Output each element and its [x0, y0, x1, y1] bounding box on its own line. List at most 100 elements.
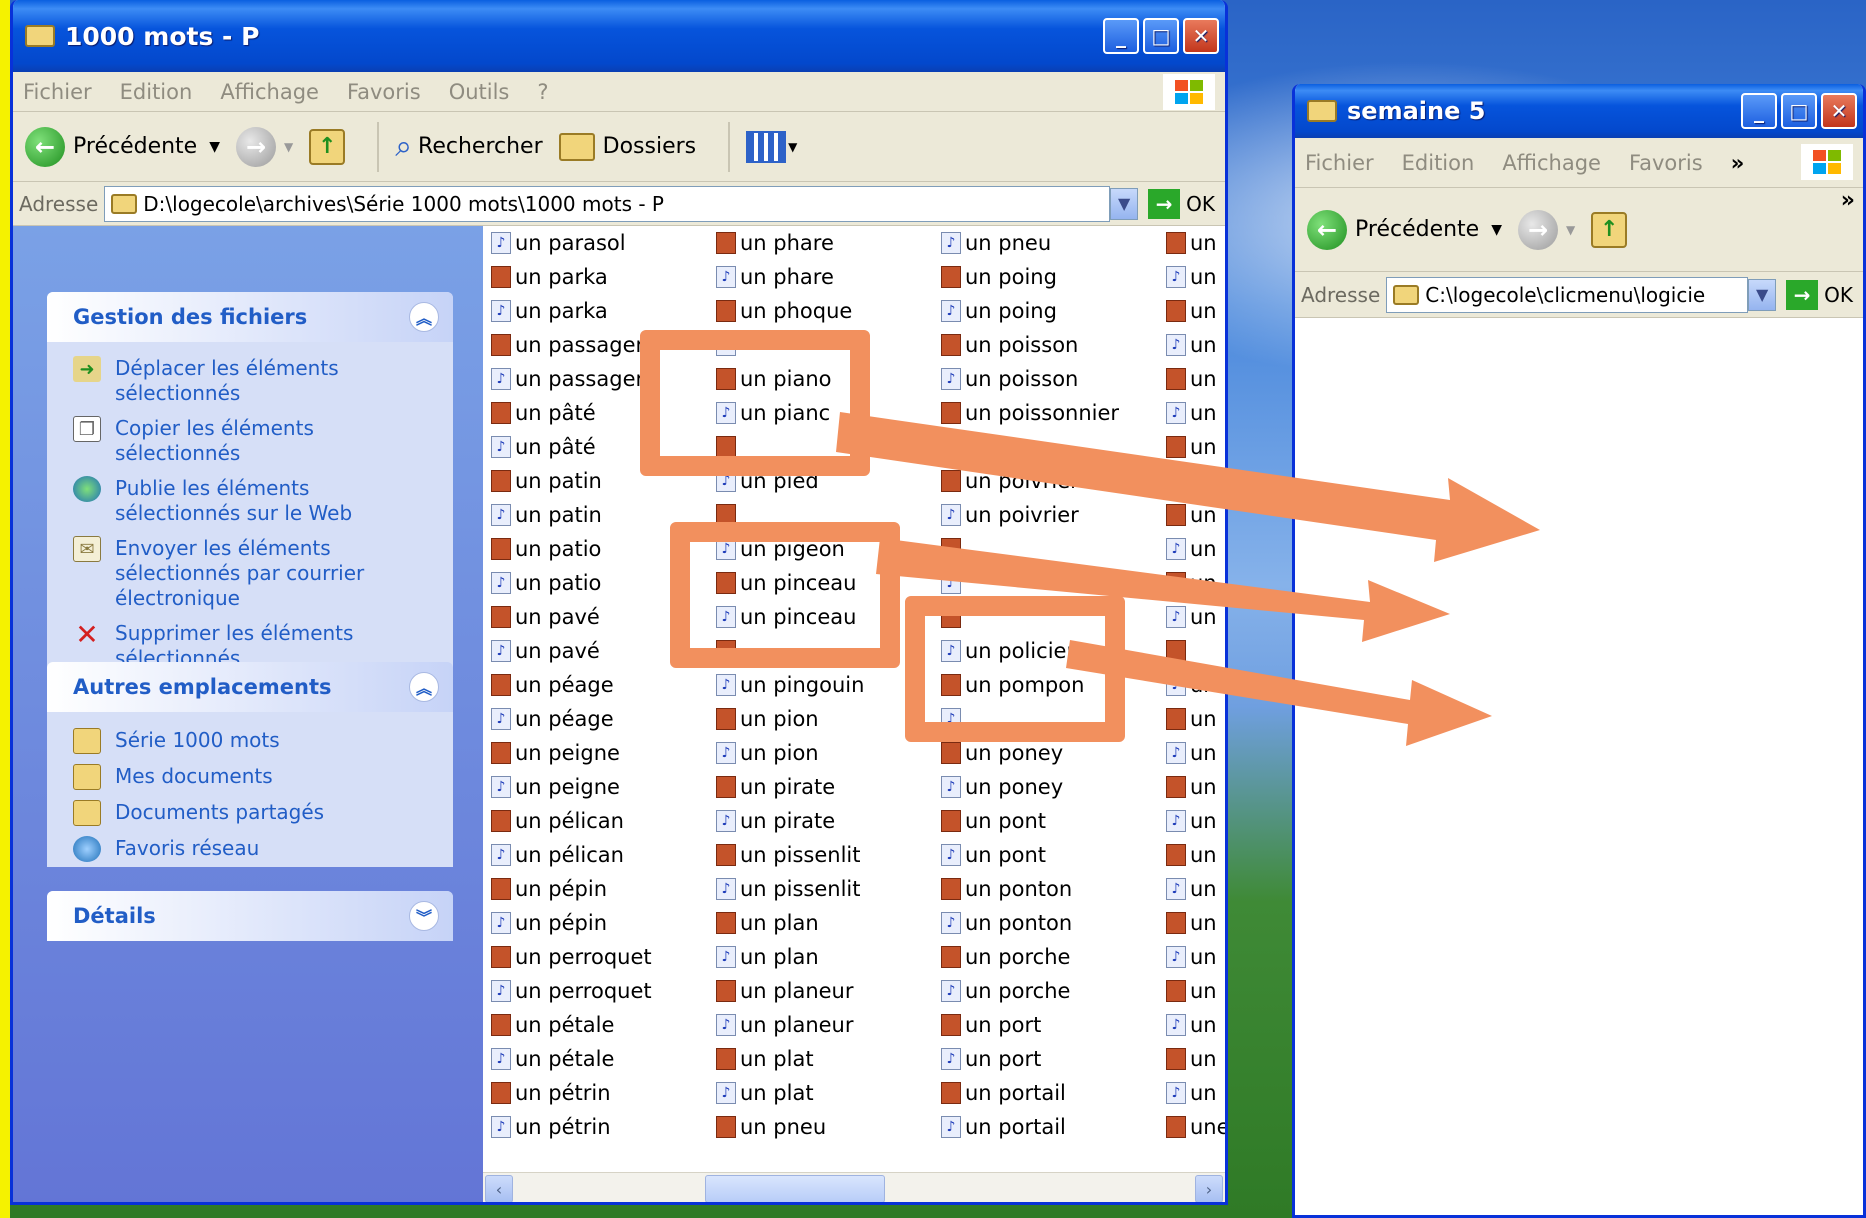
file-item[interactable]: ♪ un parka [483, 294, 652, 328]
menu-favoris[interactable]: Favoris [1629, 151, 1703, 175]
file-item[interactable]: un pion [708, 702, 864, 736]
file-item[interactable]: un pirate [708, 770, 864, 804]
file-item[interactable]: ♪ un [1158, 396, 1225, 430]
file-item[interactable]: ♪ un pâté [483, 430, 652, 464]
forward-button[interactable]: → ▼ [236, 126, 293, 167]
place-my-documents[interactable]: Mes documents [47, 760, 453, 796]
menu-fichier[interactable]: Fichier [1305, 151, 1374, 175]
file-item[interactable]: ♪ un port [933, 1042, 1119, 1076]
task-move[interactable]: ➜ Déplacer les éléments sélectionnés [47, 352, 453, 412]
file-item[interactable]: ♪ un [1158, 260, 1225, 294]
file-item[interactable]: ♪ un [1158, 1076, 1225, 1110]
menu-affichage[interactable]: Affichage [220, 80, 319, 104]
file-item[interactable]: ♪ un pneu [933, 226, 1119, 260]
file-item[interactable]: ♪ un patio [483, 566, 652, 600]
minimize-button[interactable]: _ [1103, 18, 1139, 54]
file-item[interactable]: ♪ un pirate [708, 804, 864, 838]
file-item[interactable]: ♪ un [1158, 736, 1225, 770]
place-shared-documents[interactable]: Documents partagés [47, 796, 453, 832]
file-item[interactable]: ♪ un portail [933, 1110, 1119, 1144]
close-button[interactable]: ✕ [1821, 93, 1857, 129]
toolbar-more-chevron[interactable]: » [1841, 188, 1855, 213]
task-publish-web[interactable]: Publie les éléments sélectionnés sur le … [47, 472, 453, 532]
file-item[interactable]: ♪ un pingouin [708, 668, 864, 702]
file-item[interactable]: un [1158, 362, 1225, 396]
maximize-button[interactable]: □ [1143, 18, 1179, 54]
file-item[interactable]: un porche [933, 940, 1119, 974]
file-item[interactable]: un port [933, 1008, 1119, 1042]
file-item[interactable]: un pétale [483, 1008, 652, 1042]
file-item[interactable]: un parka [483, 260, 652, 294]
expand-chevron-icon[interactable]: ︾ [409, 901, 439, 931]
file-item[interactable]: ♪ un pélican [483, 838, 652, 872]
file-item[interactable]: un pissenlit [708, 838, 864, 872]
file-item[interactable]: ♪ un [1158, 668, 1225, 702]
file-item[interactable]: un pneu [708, 1110, 864, 1144]
file-item[interactable]: ♪ un [1158, 532, 1225, 566]
file-item[interactable]: un [1158, 1042, 1225, 1076]
file-item[interactable]: ♪ un plat [708, 1076, 864, 1110]
file-item[interactable]: ♪ un [1158, 464, 1225, 498]
file-item[interactable] [933, 532, 1119, 566]
file-item[interactable]: un [1158, 838, 1225, 872]
maximize-button[interactable]: □ [1781, 93, 1817, 129]
file-item[interactable]: un phare [708, 226, 864, 260]
file-item[interactable]: ♪ un péage [483, 702, 652, 736]
title-bar[interactable]: 1000 mots - P _ □ ✕ [13, 0, 1225, 72]
file-item[interactable]: ♪ un [1158, 804, 1225, 838]
file-item[interactable]: un [1158, 770, 1225, 804]
file-item[interactable]: ♪ un poisson [933, 362, 1119, 396]
collapse-chevron-icon[interactable]: ︽ [409, 672, 439, 702]
file-item[interactable]: ♪ un [1158, 1008, 1225, 1042]
place-network[interactable]: Favoris réseau [47, 832, 453, 867]
file-item[interactable]: un poing [933, 260, 1119, 294]
collapse-chevron-icon[interactable]: ︽ [409, 302, 439, 332]
file-item[interactable]: un [1158, 702, 1225, 736]
views-button[interactable]: ▼ [746, 130, 797, 163]
scrollbar-thumb[interactable] [705, 1175, 885, 1202]
file-item[interactable]: un passager [483, 328, 652, 362]
menu-affichage[interactable]: Affichage [1502, 151, 1601, 175]
task-copy[interactable]: ❐ Copier les éléments sélectionnés [47, 412, 453, 472]
file-item[interactable]: ♪ un poing [933, 294, 1119, 328]
address-dropdown-button[interactable]: ▼ [1748, 278, 1777, 311]
menu-favoris[interactable]: Favoris [347, 80, 421, 104]
go-button[interactable]: → OK [1148, 188, 1215, 219]
file-item[interactable]: un peigne [483, 736, 652, 770]
file-item[interactable]: ♪ un pépin [483, 906, 652, 940]
file-item[interactable]: un plan [708, 906, 864, 940]
file-item[interactable]: un péage [483, 668, 652, 702]
file-item[interactable]: ♪ un plan [708, 940, 864, 974]
forward-button[interactable]: → ▼ [1518, 209, 1575, 250]
go-button[interactable]: → OK [1786, 279, 1853, 310]
task-email[interactable]: ✉ Envoyer les éléments sélectionnés par … [47, 532, 453, 617]
file-item[interactable]: ♪ un [1158, 600, 1225, 634]
file-item[interactable]: ♪ un [1158, 940, 1225, 974]
file-item[interactable]: ♪ un phare [708, 260, 864, 294]
file-item[interactable]: un pâté [483, 396, 652, 430]
menu-outils[interactable]: Outils [449, 80, 510, 104]
back-button[interactable]: ← Précédente ▼ [25, 126, 220, 167]
file-item[interactable]: un poivrier [933, 464, 1119, 498]
file-item[interactable]: un [1158, 430, 1225, 464]
file-item[interactable]: un perroquet [483, 940, 652, 974]
search-button[interactable]: ⌕ Rechercher [395, 129, 542, 164]
file-item[interactable]: ♪ un ponton [933, 906, 1119, 940]
menu-help[interactable]: ? [537, 80, 548, 104]
file-item[interactable]: ♪ [933, 430, 1119, 464]
file-item[interactable]: ♪ un parasol [483, 226, 652, 260]
file-item[interactable]: un phoque [708, 294, 864, 328]
file-item[interactable]: ♪ un porche [933, 974, 1119, 1008]
empty-folder-content[interactable] [1295, 352, 1863, 1215]
file-item[interactable]: un [1158, 294, 1225, 328]
file-item[interactable]: ♪ [933, 566, 1119, 600]
file-item[interactable]: un [1158, 974, 1225, 1008]
file-item[interactable]: un pétrin [483, 1076, 652, 1110]
file-item[interactable]: ♪ un poivrier [933, 498, 1119, 532]
file-item[interactable]: un [1158, 226, 1225, 260]
file-item[interactable]: un [1158, 566, 1225, 600]
file-item[interactable]: ♪ un [1158, 328, 1225, 362]
file-item[interactable]: un patio [483, 532, 652, 566]
file-item[interactable]: un poisson [933, 328, 1119, 362]
address-dropdown-button[interactable]: ▼ [1110, 187, 1139, 220]
